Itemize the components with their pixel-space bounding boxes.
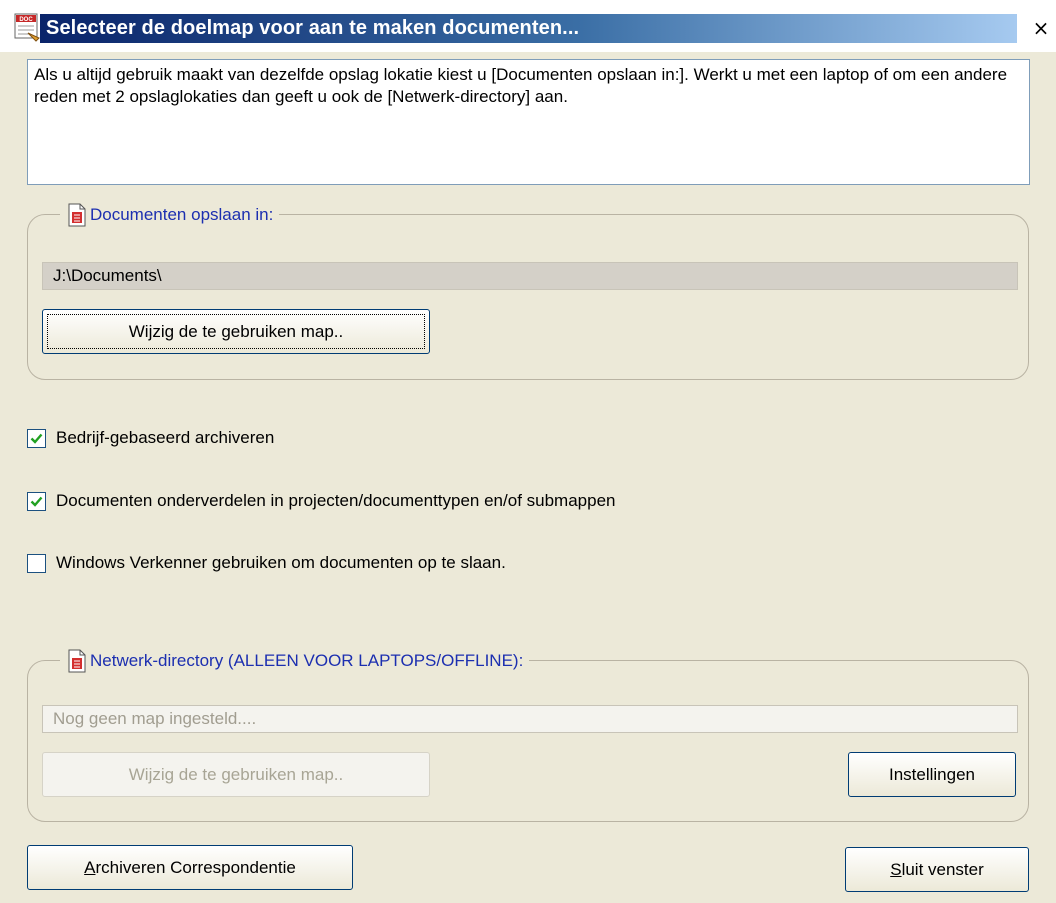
info-textbox: Als u altijd gebruik maakt van dezelfde … — [27, 59, 1030, 185]
network-groupbox: Netwerk-directory (ALLEEN VOOR LAPTOPS/O… — [27, 647, 1029, 822]
window-title: Selecteer de doelmap voor aan te maken d… — [46, 17, 580, 39]
checkbox-box[interactable] — [27, 553, 46, 573]
documents-path-field: J:\Documents\ — [42, 262, 1018, 290]
settings-button[interactable]: Instellingen — [848, 752, 1016, 797]
document-icon — [68, 649, 86, 673]
close-icon[interactable]: × — [1030, 17, 1052, 39]
network-path-field: Nog geen map ingesteld.... — [42, 705, 1018, 733]
document-icon — [68, 203, 86, 227]
change-documents-folder-button[interactable]: Wijzig de te gebruiken map.. — [42, 309, 430, 354]
checkbox-box[interactable] — [27, 491, 46, 511]
documents-group-label: Documenten opslaan in: — [90, 205, 274, 224]
svg-text:DOC: DOC — [19, 17, 33, 23]
checkbox-subdivide-documents[interactable]: Documenten onderverdelen in projecten/do… — [27, 491, 615, 511]
checkmark-icon — [30, 496, 43, 507]
checkbox-company-archiving[interactable]: Bedrijf-gebaseerd archiveren — [27, 428, 274, 448]
close-window-button[interactable]: Sluit venster — [845, 847, 1029, 892]
archive-correspondence-button[interactable]: Archiveren Correspondentie — [27, 845, 353, 890]
title-bar[interactable]: DOC Selecteer de doelmap voor aan te mak… — [0, 0, 1056, 52]
dialog-window: DOC Selecteer de doelmap voor aan te mak… — [0, 0, 1056, 903]
change-network-folder-button[interactable]: Wijzig de te gebruiken map.. — [42, 752, 430, 797]
network-group-label: Netwerk-directory (ALLEEN VOOR LAPTOPS/O… — [90, 651, 524, 670]
checkbox-label: Documenten onderverdelen in projecten/do… — [56, 491, 616, 510]
checkmark-icon — [30, 433, 43, 444]
checkbox-label: Windows Verkenner gebruiken om documente… — [56, 553, 506, 572]
doc-app-icon: DOC — [14, 13, 40, 42]
checkbox-windows-explorer[interactable]: Windows Verkenner gebruiken om documente… — [27, 553, 506, 573]
checkbox-label: Bedrijf-gebaseerd archiveren — [56, 428, 275, 447]
checkbox-box[interactable] — [27, 428, 46, 448]
documents-groupbox: Documenten opslaan in: J:\Documents\ Wij… — [27, 201, 1029, 380]
